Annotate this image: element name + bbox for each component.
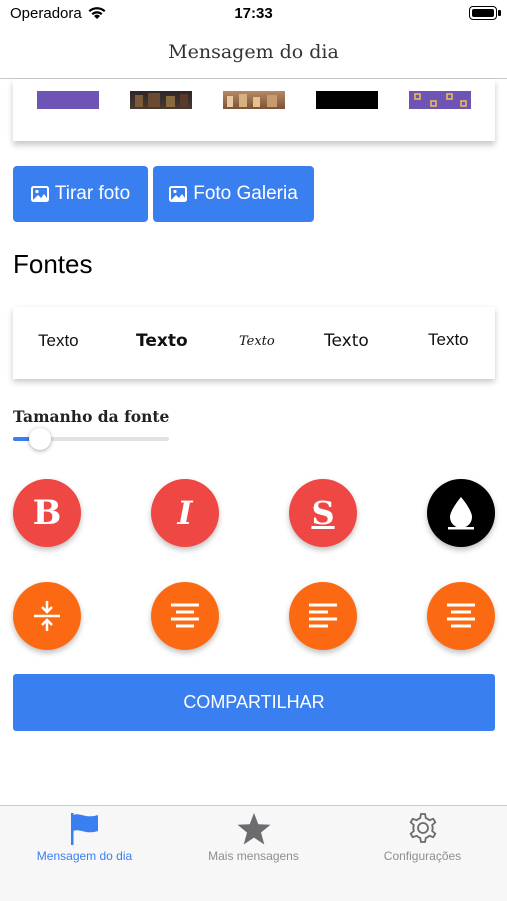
strikethrough-label: S — [311, 494, 335, 532]
font-option-3[interactable]: Texto — [239, 334, 275, 349]
align-left-button[interactable] — [289, 582, 357, 650]
tab-bar: Mensagem do dia Mais mensagens Configura… — [0, 805, 507, 901]
strikethrough-button[interactable]: S — [289, 479, 357, 547]
flag-icon — [70, 813, 98, 845]
tab-mais-mensagens[interactable]: Mais mensagens — [169, 806, 338, 876]
page-title: Mensagem do dia — [168, 41, 339, 63]
background-thumb-pattern[interactable] — [409, 91, 471, 109]
share-button[interactable]: COMPARTILHAR — [13, 674, 495, 731]
align-left-icon — [309, 603, 337, 628]
drop-icon — [448, 497, 474, 530]
tab-label: Configurações — [383, 849, 462, 863]
align-center-button[interactable] — [151, 582, 219, 650]
italic-label: I — [177, 494, 193, 532]
background-thumb-building-day[interactable] — [223, 91, 285, 109]
bold-button[interactable]: B — [13, 479, 81, 547]
align-justify-button[interactable] — [427, 582, 495, 650]
vertical-align-center-icon — [34, 601, 60, 631]
font-picker[interactable]: Texto Texto Texto Texto Texto — [13, 307, 495, 379]
battery-icon — [469, 6, 501, 20]
gallery-label: Foto Galeria — [193, 183, 298, 204]
tab-label: Mais mensagens — [208, 849, 299, 863]
font-option-2[interactable]: Texto — [136, 331, 188, 351]
take-photo-button[interactable]: Tirar foto — [13, 166, 148, 222]
share-label: COMPARTILHAR — [183, 692, 325, 712]
font-size-label: Tamanho da fonte — [13, 407, 170, 426]
italic-button[interactable]: I — [151, 479, 219, 547]
image-icon — [30, 186, 49, 202]
gear-icon — [409, 813, 436, 843]
tab-label: Mensagem do dia — [36, 849, 133, 863]
tab-configuracoes[interactable]: Configurações — [338, 806, 507, 876]
bold-label: B — [32, 493, 62, 533]
vertical-align-button[interactable] — [13, 582, 81, 650]
background-image-picker[interactable] — [13, 79, 495, 141]
slider-thumb[interactable] — [28, 428, 51, 450]
text-color-button[interactable] — [427, 479, 495, 547]
background-thumb-black[interactable] — [316, 91, 378, 109]
font-option-5[interactable]: Texto — [428, 330, 469, 350]
image-icon — [169, 186, 188, 202]
background-thumb-purple[interactable] — [37, 91, 99, 109]
font-option-4[interactable]: Texto — [324, 331, 369, 351]
align-justify-icon — [447, 603, 475, 628]
clock: 17:33 — [234, 5, 273, 22]
navigation-bar: Mensagem do dia — [0, 30, 507, 79]
take-photo-label: Tirar foto — [54, 183, 131, 204]
align-center-icon — [171, 603, 199, 628]
background-thumb-building-night[interactable] — [130, 91, 192, 109]
font-option-1[interactable]: Texto — [38, 331, 79, 351]
fonts-heading: Fontes — [13, 249, 93, 279]
star-icon — [237, 813, 270, 845]
status-bar: Operadora 17:33 — [0, 0, 507, 30]
font-size-slider[interactable] — [13, 428, 169, 450]
gallery-button[interactable]: Foto Galeria — [153, 166, 314, 222]
tab-mensagem-do-dia[interactable]: Mensagem do dia — [0, 806, 169, 876]
